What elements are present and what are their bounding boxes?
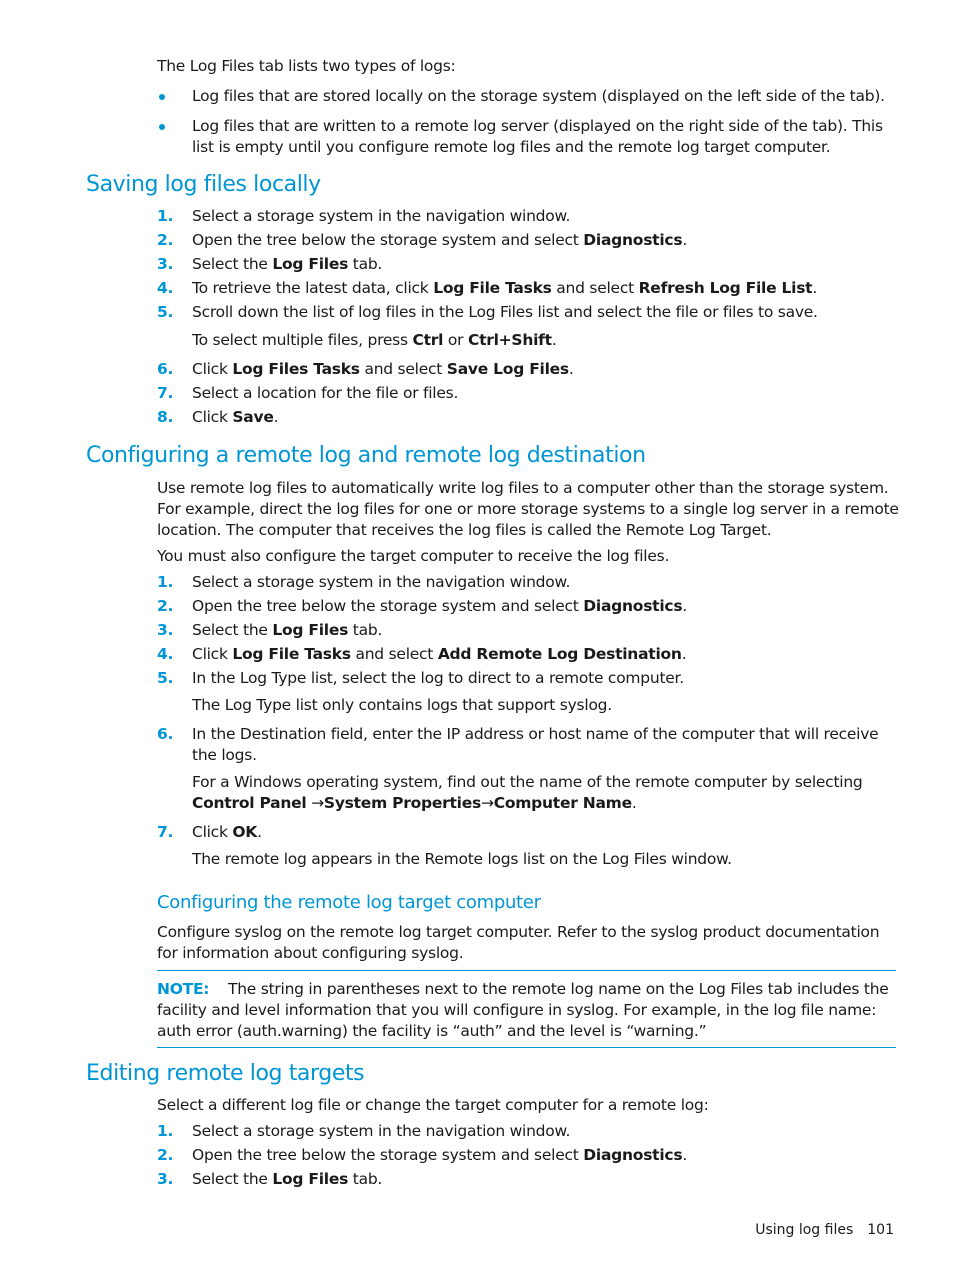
editing-paragraph: Select a different log file or change th… xyxy=(157,1096,709,1114)
note-box: NOTE: The string in parentheses next to … xyxy=(157,979,899,1042)
subsection-heading-target: Configuring the remote log target comput… xyxy=(157,892,541,913)
page-number: 101 xyxy=(867,1222,894,1238)
bullet-icon xyxy=(159,94,165,100)
note-bottom-divider xyxy=(157,1047,896,1048)
intro-text: The Log Files tab lists two types of log… xyxy=(157,57,456,75)
section-heading-remote: Configuring a remote log and remote log … xyxy=(86,443,646,468)
step-subnote: To select multiple files, press Ctrl or … xyxy=(192,331,557,349)
note-label: NOTE: xyxy=(157,980,210,998)
bullet-icon xyxy=(159,124,165,130)
remote-intro-paragraph-2: You must also configure the target compu… xyxy=(157,547,670,565)
step-subnote: The Log Type list only contains logs tha… xyxy=(192,696,612,714)
section-heading-editing: Editing remote log targets xyxy=(86,1061,365,1086)
footer-section-title: Using log files xyxy=(755,1222,854,1238)
step-subnote: The remote log appears in the Remote log… xyxy=(192,850,732,868)
subsection-paragraph: Configure syslog on the remote log targe… xyxy=(157,923,880,962)
note-text: The string in parentheses next to the re… xyxy=(157,980,889,1040)
page-footer: Using log files 101 xyxy=(741,1222,894,1238)
step-subnote: For a Windows operating system, find out… xyxy=(192,773,863,812)
remote-intro-paragraph: Use remote log files to automatically wr… xyxy=(157,479,899,539)
note-top-divider xyxy=(157,970,896,971)
section-heading-saving: Saving log files locally xyxy=(86,172,321,197)
